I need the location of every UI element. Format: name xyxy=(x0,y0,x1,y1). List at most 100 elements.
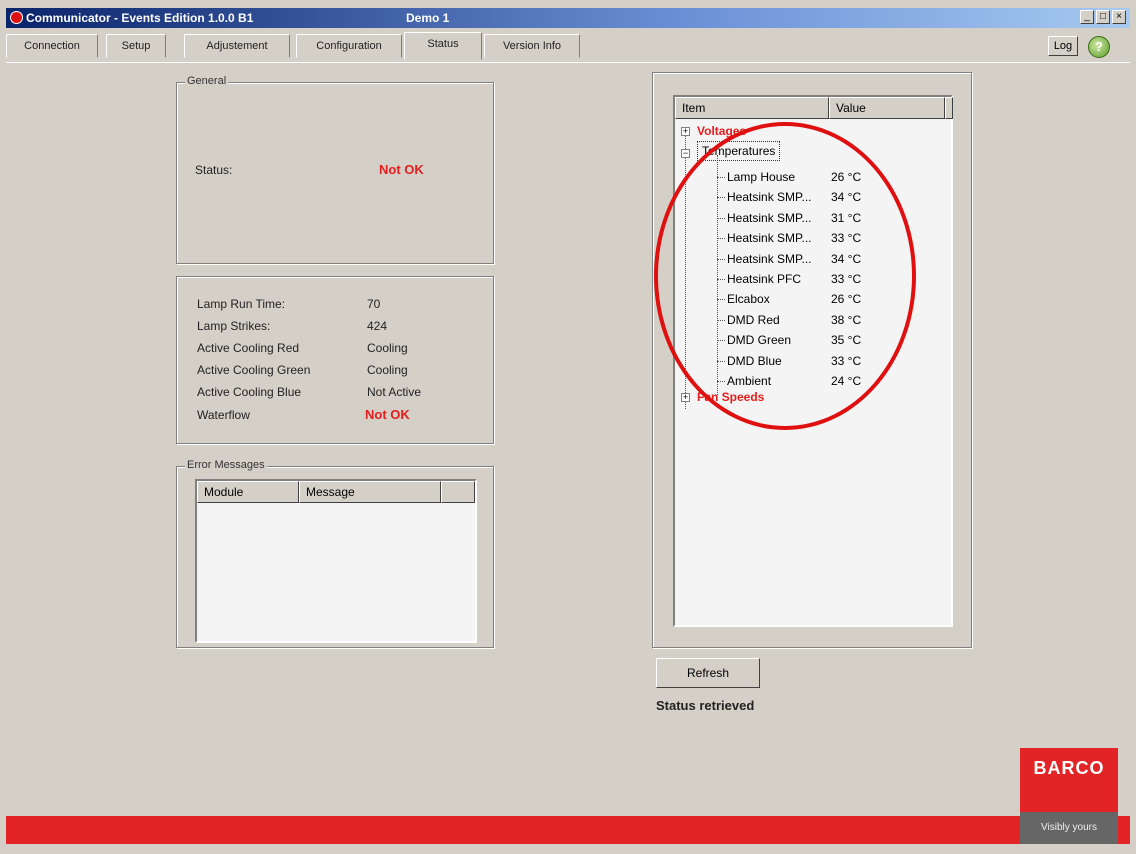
tree-item-temperature[interactable]: DMD Blue 33 °C xyxy=(727,351,861,371)
lamp-run-time-value: 70 xyxy=(367,297,381,311)
tree-item-temperature[interactable]: Heatsink SMP... 34 °C xyxy=(727,249,861,269)
tab-status[interactable]: Status xyxy=(404,32,482,60)
refresh-status-text: Status retrieved xyxy=(656,698,755,713)
column-header-item[interactable]: Item xyxy=(675,97,829,119)
barco-tagline: Visibly yours xyxy=(1020,812,1118,844)
cooling-blue-value: Not Active xyxy=(367,385,422,399)
tab-content-border xyxy=(6,62,1130,63)
tree-connector xyxy=(717,238,725,240)
tree-item-value: 33 °C xyxy=(831,231,862,246)
tree-item-value: 34 °C xyxy=(831,190,862,205)
tree-item-temperature[interactable]: Heatsink SMP... 34 °C xyxy=(727,187,861,207)
lamp-status-group: Lamp Run Time: 70 Lamp Strikes: 424 Acti… xyxy=(176,276,494,444)
minimize-button[interactable]: _ xyxy=(1080,10,1094,24)
tab-setup[interactable]: Setup xyxy=(106,34,166,58)
tree-connector xyxy=(717,360,725,362)
lamp-strikes-label: Lamp Strikes: xyxy=(197,319,271,333)
tree-connector xyxy=(717,381,725,382)
tree-branch-line xyxy=(717,155,718,395)
tree-connector xyxy=(717,197,725,199)
tree-item-temperature[interactable]: DMD Red 38 °C xyxy=(727,310,861,330)
window-subtitle: Demo 1 xyxy=(406,11,450,25)
title-bar: Communicator - Events Edition 1.0.0 B1 D… xyxy=(6,8,1130,28)
help-icon[interactable]: ? xyxy=(1088,36,1110,58)
waterflow-label: Waterflow xyxy=(197,408,250,422)
tab-adjustement[interactable]: Adjustement xyxy=(184,34,290,58)
app-logo-icon xyxy=(10,11,23,24)
cooling-red-value: Cooling xyxy=(367,341,408,355)
status-label: Status: xyxy=(195,163,233,177)
status-value: Not OK xyxy=(379,162,424,177)
status-tree[interactable]: Item Value + Voltages − Temperatures Lam… xyxy=(673,95,953,627)
waterflow-value: Not OK xyxy=(365,407,410,422)
log-button[interactable]: Log xyxy=(1048,36,1078,56)
cooling-green-value: Cooling xyxy=(367,363,408,377)
tree-item-temperature[interactable]: Heatsink SMP... 31 °C xyxy=(727,208,861,228)
tree-item-value: 33 °C xyxy=(831,272,862,286)
application-window: Communicator - Events Edition 1.0.0 B1 D… xyxy=(0,0,1136,854)
cooling-red-label: Active Cooling Red xyxy=(197,341,300,355)
barco-logo-text: BARCO xyxy=(1033,758,1105,778)
tree-item-value: 34 °C xyxy=(831,251,862,266)
tree-item-name: DMD Blue xyxy=(727,353,782,368)
general-legend: General xyxy=(185,75,229,87)
error-list[interactable]: Module Message xyxy=(195,479,477,643)
cooling-green-label: Active Cooling Green xyxy=(197,363,311,377)
tree-item-value: 31 °C xyxy=(831,210,862,225)
tree-item-temperature[interactable]: Heatsink PFC 33 °C xyxy=(727,269,861,289)
tree-item-name: Heatsink SMP... xyxy=(727,251,812,266)
tree-item-value: 26 °C xyxy=(831,292,862,307)
fan-speeds-label: Fan Speeds xyxy=(697,390,765,404)
tree-node-voltages[interactable]: Voltages xyxy=(697,121,746,141)
tree-connector xyxy=(717,217,725,219)
column-header-filler xyxy=(945,97,953,119)
column-header-value[interactable]: Value xyxy=(829,97,945,119)
error-messages-group: Error Messages Module Message xyxy=(176,459,494,648)
voltages-label: Voltages xyxy=(697,124,747,138)
tree-connector xyxy=(717,299,725,301)
tab-connection[interactable]: Connection xyxy=(6,34,98,58)
tree-root-line xyxy=(685,131,686,409)
tree-item-name: DMD Green xyxy=(727,333,792,348)
tree-node-fan-speeds[interactable]: Fan Speeds xyxy=(697,387,764,407)
collapse-temperatures-icon[interactable]: − xyxy=(681,149,690,158)
column-header-message[interactable]: Message xyxy=(299,481,441,503)
tree-item-temperature[interactable]: Heatsink SMP... 33 °C xyxy=(727,228,861,248)
tab-version-info[interactable]: Version Info xyxy=(484,34,580,58)
maximize-button[interactable]: □ xyxy=(1096,10,1110,24)
close-button[interactable]: × xyxy=(1112,10,1126,24)
tab-configuration[interactable]: Configuration xyxy=(296,34,402,58)
tree-item-name: Ambient xyxy=(727,374,772,388)
tree-item-name: Elcabox xyxy=(727,292,770,307)
expand-voltages-icon[interactable]: + xyxy=(681,127,690,136)
tab-bar: Connection Setup Adjustement Configurati… xyxy=(6,32,1130,62)
barco-logo: BARCO Visibly yours xyxy=(1020,748,1118,844)
tree-item-value: 33 °C xyxy=(831,353,862,368)
tree-connector xyxy=(717,279,725,280)
tree-item-value: 24 °C xyxy=(831,374,862,388)
general-group: General Status: Not OK xyxy=(176,75,494,264)
tree-item-value: 38 °C xyxy=(831,312,862,327)
tree-panel: Item Value + Voltages − Temperatures Lam… xyxy=(652,72,972,648)
lamp-run-time-label: Lamp Run Time: xyxy=(197,297,286,311)
error-messages-legend: Error Messages xyxy=(185,459,267,471)
tree-item-temperature[interactable]: DMD Green 35 °C xyxy=(727,330,861,350)
window-title: Communicator - Events Edition 1.0.0 B1 xyxy=(26,11,254,25)
column-header-module[interactable]: Module xyxy=(197,481,299,503)
tree-connector xyxy=(717,319,725,321)
temperatures-label: Temperatures xyxy=(702,144,776,158)
tree-node-temperatures[interactable]: Temperatures xyxy=(697,141,781,161)
tree-item-name: Lamp House xyxy=(727,170,796,184)
expand-fan-speeds-icon[interactable]: + xyxy=(681,393,690,402)
tree-item-value: 35 °C xyxy=(831,333,862,348)
lamp-strikes-value: 424 xyxy=(367,319,388,333)
tree-item-name: DMD Red xyxy=(727,312,780,327)
refresh-button[interactable]: Refresh xyxy=(656,658,760,688)
tree-item-name: Heatsink PFC xyxy=(727,272,802,286)
tree-item-name: Heatsink SMP... xyxy=(727,210,812,225)
tree-connector xyxy=(717,340,725,342)
tree-item-temperature[interactable]: Lamp House 26 °C xyxy=(727,167,861,187)
tree-item-temperature[interactable]: Elcabox 26 °C xyxy=(727,289,861,309)
tree-item-value: 26 °C xyxy=(831,170,862,184)
tree-connector xyxy=(717,258,725,260)
